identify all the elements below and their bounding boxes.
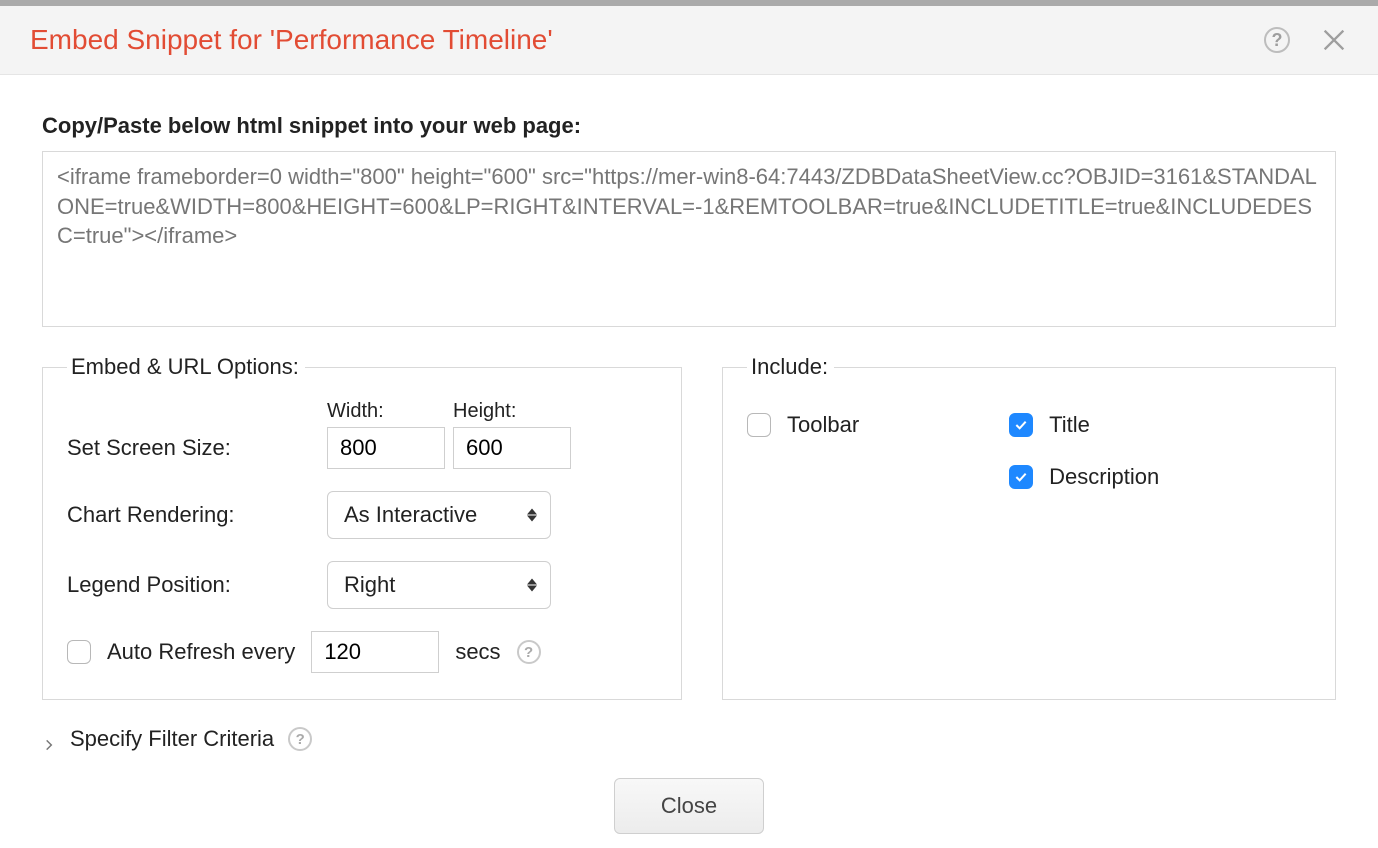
- dialog-header: Embed Snippet for 'Performance Timeline'…: [0, 6, 1378, 75]
- close-button[interactable]: Close: [614, 778, 764, 834]
- include-title-label: Title: [1049, 412, 1090, 438]
- embed-options-fieldset: Embed & URL Options: Set Screen Size: Wi…: [42, 354, 682, 700]
- specify-filter-toggle[interactable]: Specify Filter Criteria ?: [42, 726, 1336, 752]
- screen-size-label: Set Screen Size:: [67, 435, 327, 469]
- help-icon[interactable]: ?: [1264, 27, 1290, 53]
- auto-refresh-label: Auto Refresh every: [107, 639, 295, 665]
- snippet-textarea[interactable]: [42, 151, 1336, 327]
- legend-position-select[interactable]: Right: [327, 561, 551, 609]
- height-input[interactable]: [453, 427, 571, 469]
- embed-legend: Embed & URL Options:: [67, 354, 305, 380]
- chart-rendering-select[interactable]: As Interactive: [327, 491, 551, 539]
- auto-refresh-help-icon[interactable]: ?: [517, 640, 541, 664]
- height-label: Height:: [453, 400, 571, 423]
- select-caret-icon: [527, 579, 537, 592]
- instruction-label: Copy/Paste below html snippet into your …: [42, 113, 1336, 139]
- include-toolbar-checkbox[interactable]: [747, 413, 771, 437]
- chevron-right-icon: [42, 732, 56, 746]
- width-input[interactable]: [327, 427, 445, 469]
- include-description-label: Description: [1049, 464, 1159, 490]
- auto-refresh-input[interactable]: [311, 631, 439, 673]
- legend-position-label: Legend Position:: [67, 572, 327, 598]
- include-description-checkbox[interactable]: [1009, 465, 1033, 489]
- header-actions: ?: [1264, 26, 1348, 54]
- auto-refresh-unit: secs: [455, 639, 500, 665]
- filter-help-icon[interactable]: ?: [288, 727, 312, 751]
- include-title-checkbox[interactable]: [1009, 413, 1033, 437]
- width-label: Width:: [327, 400, 445, 423]
- dialog-body: Copy/Paste below html snippet into your …: [0, 75, 1378, 834]
- include-toolbar-label: Toolbar: [787, 412, 859, 438]
- legend-position-value: Right: [344, 572, 395, 598]
- select-caret-icon: [527, 509, 537, 522]
- chart-rendering-value: As Interactive: [344, 502, 477, 528]
- chart-rendering-label: Chart Rendering:: [67, 502, 327, 528]
- include-legend: Include:: [747, 354, 834, 380]
- dialog-title: Embed Snippet for 'Performance Timeline': [30, 24, 553, 56]
- close-icon[interactable]: [1320, 26, 1348, 54]
- filter-label: Specify Filter Criteria: [70, 726, 274, 752]
- auto-refresh-checkbox[interactable]: [67, 640, 91, 664]
- include-fieldset: Include: Toolbar Title: [722, 354, 1336, 700]
